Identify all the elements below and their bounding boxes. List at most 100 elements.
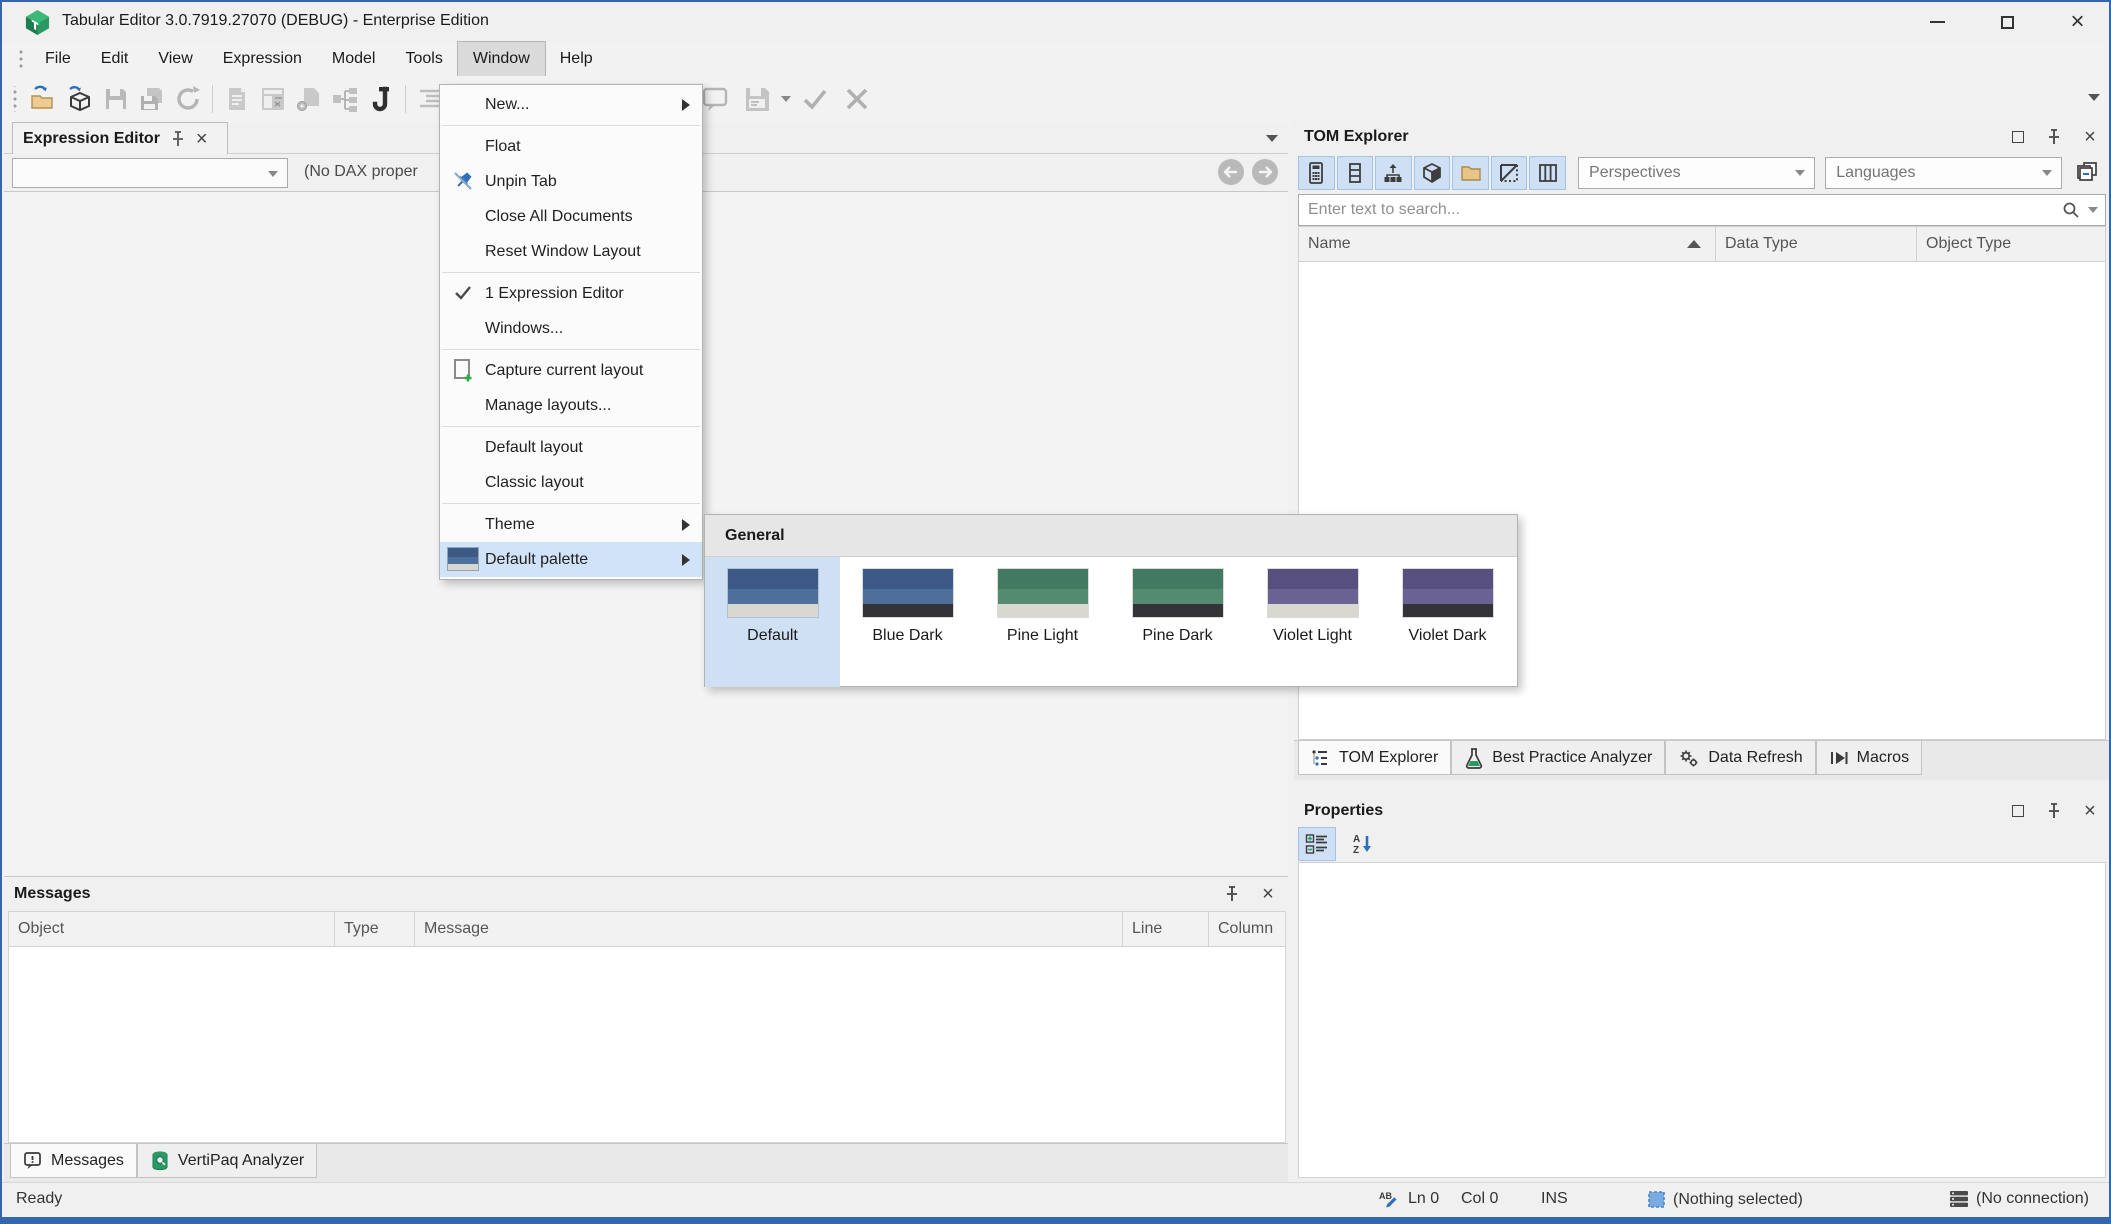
toolbar-overflow-icon[interactable]: [2088, 94, 2100, 101]
column-icon[interactable]: [1336, 156, 1374, 190]
close-tab-icon[interactable]: ×: [196, 129, 208, 149]
nav-forward-button[interactable]: [1252, 159, 1278, 185]
column-header-column[interactable]: Column: [1209, 912, 1286, 946]
menu-help[interactable]: Help: [545, 42, 608, 76]
pin-icon[interactable]: [170, 130, 186, 148]
tab-vertipaq-analyzer[interactable]: VertiPaq Analyzer: [136, 1144, 318, 1178]
new-calc-table-icon[interactable]: [255, 81, 291, 117]
save-icon[interactable]: [98, 81, 134, 117]
open-file-icon[interactable]: [26, 81, 62, 117]
perspectives-combo[interactable]: Perspectives: [1578, 157, 1816, 189]
vertical-columns-icon[interactable]: [1529, 156, 1567, 190]
menubar-grip[interactable]: [18, 48, 24, 70]
diagonal-square-icon[interactable]: [1490, 156, 1528, 190]
menu-item-expression-editor[interactable]: 1 Expression Editor: [440, 276, 702, 311]
palette-option-violet-light[interactable]: Violet Light: [1245, 557, 1380, 687]
accept-icon[interactable]: [797, 81, 833, 117]
menu-view[interactable]: View: [143, 42, 207, 76]
chevron-down-icon: [268, 171, 278, 177]
minimize-button[interactable]: [1914, 2, 1961, 42]
menu-item-manage-layouts[interactable]: Manage layouts...: [440, 388, 702, 423]
menu-model[interactable]: Model: [317, 42, 391, 76]
palette-option-pine-light[interactable]: Pine Light: [975, 557, 1110, 687]
menu-file[interactable]: File: [30, 42, 86, 76]
az-sort-icon[interactable]: AZ: [1344, 827, 1382, 861]
messages-panel: Messages × Object Type Message Line Colu…: [4, 876, 1288, 1183]
column-header-object[interactable]: Object: [9, 912, 335, 946]
tab-macros[interactable]: Macros: [1815, 741, 1923, 775]
menu-item-float[interactable]: Float: [440, 129, 702, 164]
menu-item-default-palette[interactable]: Default palette: [440, 542, 702, 577]
messages-list[interactable]: [8, 947, 1286, 1143]
properties-content[interactable]: [1298, 862, 2106, 1178]
pin-icon[interactable]: [2044, 127, 2064, 147]
unpin-icon: [448, 168, 478, 194]
menu-window[interactable]: Window: [456, 41, 546, 77]
deploy-model-icon[interactable]: [62, 81, 98, 117]
save-layout-icon[interactable]: [739, 81, 775, 117]
toolbar-separator: [212, 85, 213, 113]
pin-icon[interactable]: [1222, 884, 1242, 904]
refresh-icon[interactable]: [170, 81, 206, 117]
column-header-message[interactable]: Message: [415, 912, 1123, 946]
tab-messages[interactable]: Messages: [10, 1144, 137, 1178]
stacked-windows-icon[interactable]: [2068, 156, 2106, 190]
messages-table-header: Object Type Message Line Column: [8, 911, 1286, 947]
palette-submenu: General Default Blue Dark Pine Light Pin…: [704, 514, 1518, 687]
save-all-icon[interactable]: [134, 81, 170, 117]
calculator-icon[interactable]: [1298, 156, 1335, 190]
menu-item-unpin-tab[interactable]: Unpin Tab: [440, 164, 702, 199]
close-icon[interactable]: ×: [1258, 884, 1278, 904]
float-window-icon[interactable]: [2008, 127, 2028, 147]
close-icon[interactable]: ×: [2080, 127, 2100, 147]
languages-combo[interactable]: Languages: [1825, 157, 2063, 189]
maximize-button[interactable]: [1984, 2, 2031, 42]
palette-option-blue-dark[interactable]: Blue Dark: [840, 557, 975, 687]
palette-option-default[interactable]: Default: [705, 557, 840, 687]
tab-best-practice-analyzer[interactable]: Best Practice Analyzer: [1451, 741, 1666, 775]
close-button[interactable]: ×: [2054, 2, 2101, 42]
dax-property-combo[interactable]: [12, 158, 288, 188]
palette-option-violet-dark[interactable]: Violet Dark: [1380, 557, 1515, 687]
menu-tools[interactable]: Tools: [390, 42, 457, 76]
new-hierarchy-icon[interactable]: [327, 81, 363, 117]
menu-item-new[interactable]: New...: [440, 87, 702, 122]
menu-item-classic-layout[interactable]: Classic layout: [440, 465, 702, 500]
search-options-icon[interactable]: [2088, 207, 2098, 213]
menu-item-reset-window-layout[interactable]: Reset Window Layout: [440, 234, 702, 269]
float-window-icon[interactable]: [2008, 801, 2028, 821]
column-header-type[interactable]: Type: [335, 912, 415, 946]
categorized-view-icon[interactable]: [1298, 827, 1336, 861]
search-icon[interactable]: [2062, 201, 2080, 219]
tabstrip-dropdown-icon[interactable]: [1266, 135, 1278, 142]
column-header-objecttype[interactable]: Object Type: [1917, 227, 2105, 261]
menu-item-default-layout[interactable]: Default layout: [440, 430, 702, 465]
close-icon[interactable]: ×: [2080, 801, 2100, 821]
toolbar-grip[interactable]: [12, 86, 18, 112]
new-measure-icon[interactable]: [219, 81, 255, 117]
column-header-line[interactable]: Line: [1123, 912, 1209, 946]
cube-icon[interactable]: [1413, 156, 1451, 190]
duplicate-icon[interactable]: [291, 81, 327, 117]
pin-icon[interactable]: [2044, 801, 2064, 821]
save-layout-dropdown-icon[interactable]: [781, 96, 791, 102]
tab-data-refresh[interactable]: Data Refresh: [1665, 741, 1816, 775]
menu-item-theme[interactable]: Theme: [440, 507, 702, 542]
menu-item-close-all-documents[interactable]: Close All Documents: [440, 199, 702, 234]
menu-item-windows[interactable]: Windows...: [440, 311, 702, 346]
dax-script-icon[interactable]: [363, 81, 399, 117]
tab-tom-explorer[interactable]: TOM Explorer: [1298, 741, 1452, 775]
palette-option-pine-dark[interactable]: Pine Dark: [1110, 557, 1245, 687]
folder-icon[interactable]: [1452, 156, 1489, 190]
cancel-icon[interactable]: [839, 81, 875, 117]
column-header-datatype[interactable]: Data Type: [1716, 227, 1917, 261]
tab-expression-editor[interactable]: Expression Editor ×: [12, 122, 228, 154]
hierarchy-icon[interactable]: [1375, 156, 1412, 190]
menu-item-capture-current-layout[interactable]: Capture current layout: [440, 353, 702, 388]
menu-edit[interactable]: Edit: [86, 42, 144, 76]
nav-back-button[interactable]: [1218, 159, 1244, 185]
menu-expression[interactable]: Expression: [208, 42, 317, 76]
window-title: Tabular Editor 3.0.7919.27070 (DEBUG) - …: [62, 12, 489, 29]
search-input[interactable]: [1298, 194, 2106, 226]
column-header-name[interactable]: Name: [1299, 227, 1716, 261]
